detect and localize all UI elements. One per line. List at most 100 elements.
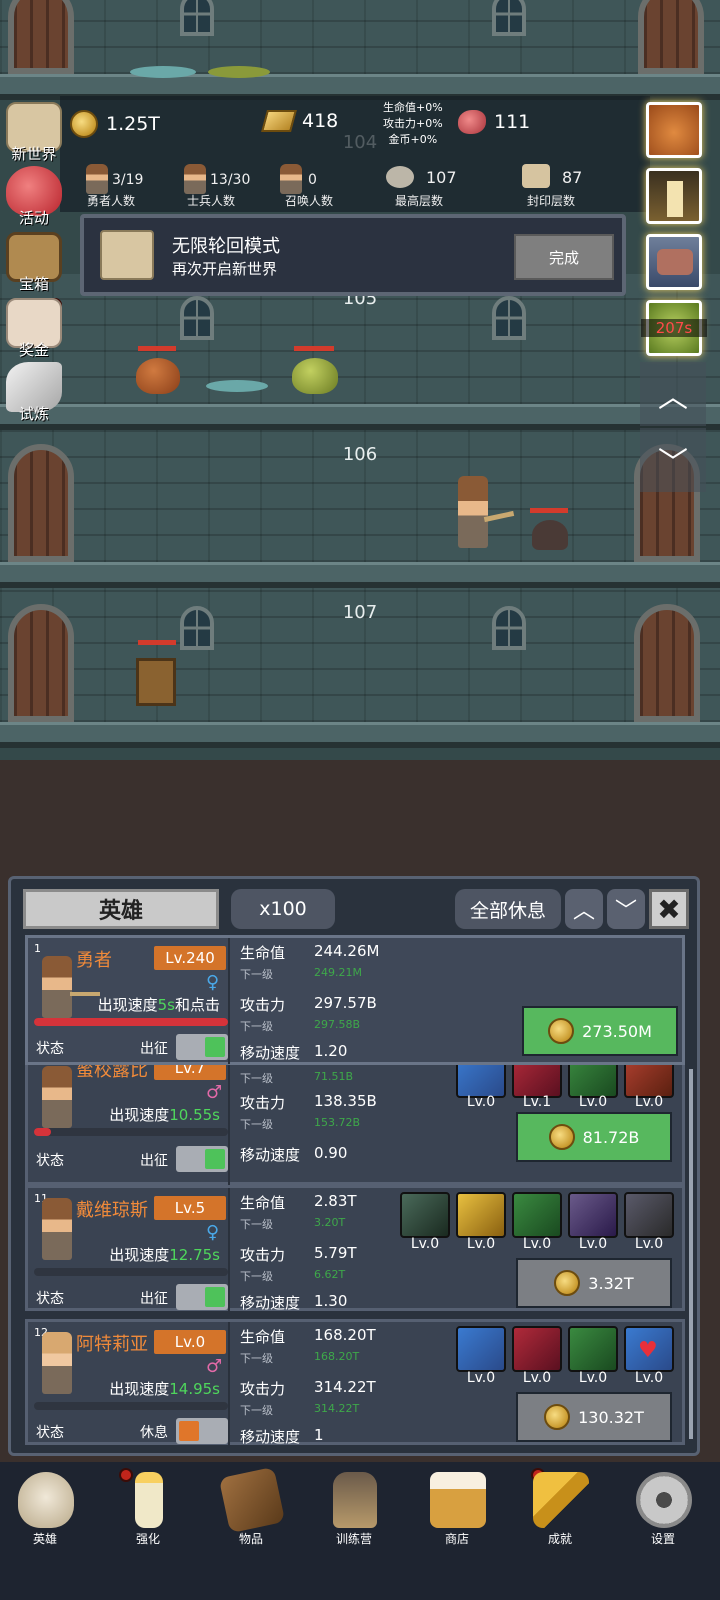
scroll-up-button[interactable]: ︿ [640, 362, 706, 426]
menu-new-world[interactable]: 新世界 [2, 102, 66, 164]
mission-title: 无限轮回模式 [172, 236, 280, 257]
bottom-nav: 英雄 强化 物品 训练营 商店 成就 设置 [0, 1462, 720, 1600]
skull-shield-skill-icon[interactable] [400, 1192, 450, 1238]
nav-shop[interactable]: 商店 [412, 1462, 502, 1572]
rest-all-button[interactable]: 全部休息 [455, 889, 561, 929]
move-label: 移动速度 [240, 1428, 301, 1446]
floor-ledge [0, 404, 720, 430]
nav-achievements[interactable]: 成就 [515, 1462, 605, 1572]
menu-trial[interactable]: 试炼 [2, 362, 66, 424]
atk-label: 攻击力 [240, 996, 286, 1014]
hero-level: Lv.5 [154, 1196, 226, 1220]
chevron-down-icon: ﹀ [658, 446, 688, 481]
timer-event-button[interactable]: 207s [641, 300, 707, 356]
upgrade-button[interactable]: 273.50M [522, 1006, 678, 1056]
gold-bar-value: 418 [302, 110, 339, 132]
skill-level: Lv.0 [578, 1236, 608, 1252]
window [492, 606, 526, 650]
floor-number: 107 [342, 602, 378, 623]
skill-level: Lv.0 [634, 1370, 664, 1386]
hero-list[interactable]: 蜜校露比 Lv.7 ♂ 出现速度10.55s 状态 出征 下一级 71.51B … [11, 933, 697, 1451]
tab-heroes[interactable]: 英雄 [23, 889, 219, 929]
candle-event-button[interactable] [646, 168, 702, 224]
hp-next-value: 249.21M [314, 966, 362, 979]
deploy-toggle[interactable] [176, 1034, 228, 1060]
status-label: 状态 [36, 1153, 64, 1169]
next-level-label: 下一级 [240, 1218, 273, 1231]
nav-enhance[interactable]: 强化 [103, 1462, 193, 1572]
hero-hp-bar [34, 1268, 228, 1276]
atk-next-value: 6.62T [314, 1268, 346, 1281]
claw-skill-icon[interactable] [568, 1192, 618, 1238]
menu-event[interactable]: 活动 [2, 166, 66, 228]
gauntlet-skill-icon[interactable] [624, 1192, 674, 1238]
pumpkin-event-button[interactable] [646, 102, 702, 158]
deploy-toggle[interactable] [176, 1146, 228, 1172]
atk-next-value: 297.58B [314, 1018, 361, 1031]
deploy-toggle[interactable] [176, 1284, 228, 1310]
hero-name: 阿特莉亚 [76, 1334, 148, 1355]
candle-icon [135, 1472, 163, 1528]
slime-puddle [206, 380, 268, 392]
skull-icon [18, 1472, 74, 1528]
skill-level: Lv.0 [466, 1370, 496, 1386]
hp-label: 生命值 [240, 944, 286, 962]
menu-bonus[interactable]: 奖金 [2, 298, 66, 360]
max-floor: 107 最高层数 [374, 164, 464, 210]
hero-name: 戴维琼斯 [76, 1200, 148, 1221]
sort-up-button[interactable]: ︿ [565, 889, 603, 929]
gold-coin-icon [554, 1270, 581, 1296]
nav-training[interactable]: 训练营 [309, 1462, 399, 1572]
status-label: 状态 [36, 1425, 64, 1441]
spawn-speed: 出现速度14.95s [109, 1380, 220, 1398]
enemy-hp-bar [138, 346, 176, 351]
skill-level: Lv.0 [522, 1236, 552, 1252]
nav-settings[interactable]: 设置 [618, 1462, 708, 1572]
gender-icon: ♀ [206, 1222, 220, 1243]
skill-level: Lv.0 [410, 1236, 440, 1252]
upgrade-button[interactable]: 3.32T [516, 1258, 672, 1308]
door [8, 604, 74, 722]
status-value: 休息 [140, 1425, 168, 1441]
blood-skill-icon[interactable] [512, 1326, 562, 1372]
complete-button[interactable]: 完成 [514, 234, 614, 280]
hero-card: 1 勇者 Lv.240 ♀ 出现速度5s和点击 状态 出征 生命值 244.26… [25, 935, 685, 1065]
window [492, 0, 526, 36]
skill-level: Lv.0 [466, 1236, 496, 1252]
sort-down-button[interactable]: ﹀ [607, 889, 645, 929]
next-level-label: 下一级 [240, 1118, 273, 1131]
move-label: 移动速度 [240, 1146, 301, 1164]
dagger-skill-icon[interactable] [456, 1192, 506, 1238]
nav-items[interactable]: 物品 [206, 1462, 296, 1572]
enemy-hp-bar [530, 508, 568, 513]
heart-heal-skill-icon[interactable]: ♥ [624, 1326, 674, 1372]
boots-skill-icon[interactable] [512, 1192, 562, 1238]
menu-chest[interactable]: 宝箱 [2, 232, 66, 294]
hero-name: 勇者 [76, 950, 112, 971]
atk-next-value: 314.22T [314, 1402, 360, 1415]
scroll-bundle-icon [657, 249, 693, 275]
hero-weapon [70, 992, 100, 996]
scroll-event-button[interactable] [646, 234, 702, 290]
bonus-hp: 生命值+0% [383, 101, 443, 114]
upgrade-button[interactable]: 81.72B [516, 1112, 672, 1162]
arrow-skill-icon[interactable] [568, 1326, 618, 1372]
scroll-down-button[interactable]: ﹀ [640, 428, 706, 492]
nav-heroes[interactable]: 英雄 [0, 1462, 90, 1572]
atk-next-value: 153.72B [314, 1116, 361, 1129]
upgrade-button[interactable]: 130.32T [516, 1392, 672, 1442]
hero-panel: 英雄 x100 全部休息 ︿ ﹀ ✖ 蜜校露比 Lv.7 ♂ 出现速度10.55… [8, 876, 700, 1456]
shield-skill-icon[interactable] [456, 1326, 506, 1372]
floor-ledge [0, 722, 720, 748]
close-button[interactable]: ✖ [649, 889, 689, 929]
window [180, 0, 214, 36]
bonus-list: 生命值+0% 攻击力+0% 金币+0% [383, 100, 443, 148]
multiplier-button[interactable]: x100 [231, 889, 335, 929]
gold-counter: 1.25T [70, 110, 160, 138]
map-scroll-icon [100, 230, 154, 280]
list-scrollbar[interactable] [689, 1069, 693, 1439]
deploy-toggle[interactable] [176, 1418, 228, 1444]
status-label: 状态 [36, 1291, 64, 1307]
spawn-speed: 出现速度10.55s [109, 1106, 220, 1124]
mimic-chest-enemy [136, 658, 176, 706]
